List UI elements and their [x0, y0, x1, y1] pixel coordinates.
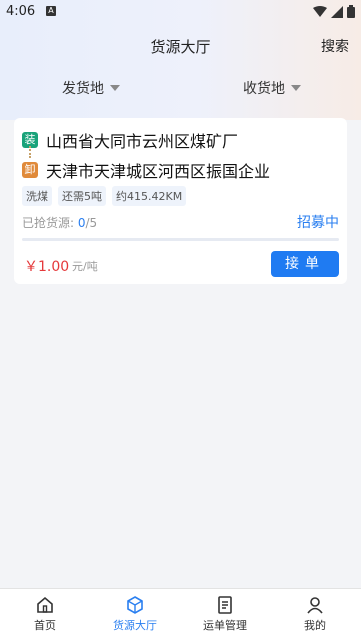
system-icons	[313, 5, 355, 18]
user-icon	[275, 595, 355, 615]
cargo-card[interactable]: 装 山西省大同市云州区煤矿厂 卸 天津市天津城区河西区振国企业 洗煤 还需5吨 …	[14, 118, 347, 284]
cube-icon	[95, 595, 175, 615]
accept-order-button[interactable]: 接单	[271, 251, 339, 277]
signal-icon	[331, 5, 343, 18]
destination-address: 天津市天津城区河西区振国企业	[46, 162, 271, 181]
tab-waybill-label: 运单管理	[203, 619, 247, 632]
grabbed-total: /5	[85, 216, 98, 230]
tab-mine[interactable]: 我的	[275, 595, 355, 633]
route-destination: 卸 天津市天津城区河西区振国企业	[22, 158, 270, 182]
filter-bar: 发货地 收货地	[0, 72, 361, 104]
caret-down-icon	[291, 85, 301, 91]
tab-mine-label: 我的	[304, 619, 326, 632]
origin-filter[interactable]: 发货地	[62, 78, 120, 98]
progress-bar	[22, 238, 339, 241]
wifi-icon	[313, 5, 327, 18]
grabbed-progress: 已抢货源: 0/5	[22, 214, 97, 231]
status-bar: 4:06 A	[0, 0, 361, 24]
notification-icon: A	[46, 6, 56, 16]
tab-waybill[interactable]: 运单管理	[185, 595, 265, 633]
document-icon	[185, 595, 265, 615]
unload-tag: 卸	[22, 162, 38, 178]
origin-filter-label: 发货地	[62, 81, 104, 97]
status-badge: 招募中	[297, 215, 339, 231]
tab-home[interactable]: 首页	[5, 595, 85, 633]
bottom-tab-bar: 首页 货源大厅 运单管理 我的	[0, 588, 361, 642]
status-time: 4:06	[6, 4, 36, 19]
route-connector	[29, 146, 33, 158]
battery-icon	[347, 5, 355, 18]
destination-filter[interactable]: 收货地	[243, 78, 301, 98]
price-unit: 元/吨	[72, 260, 98, 273]
app-header: 货源大厅 搜索	[0, 28, 361, 64]
grabbed-count: 0	[77, 216, 86, 230]
grabbed-label: 已抢货源:	[22, 216, 75, 230]
chip-distance: 约415.42KM	[112, 186, 187, 206]
caret-down-icon	[110, 85, 120, 91]
chip-remaining: 还需5吨	[58, 186, 106, 206]
search-button[interactable]: 搜索	[321, 36, 349, 56]
home-icon	[5, 595, 85, 615]
route-origin: 装 山西省大同市云州区煤矿厂	[22, 128, 238, 152]
origin-address: 山西省大同市云州区煤矿厂	[46, 132, 239, 151]
chip-cargo-type: 洗煤	[22, 186, 52, 206]
destination-filter-label: 收货地	[243, 81, 285, 97]
tab-cargo-hall-label: 货源大厅	[113, 619, 157, 632]
price: ￥1.00	[24, 259, 70, 275]
page-title: 货源大厅	[150, 38, 211, 56]
tab-cargo-hall[interactable]: 货源大厅	[95, 595, 175, 633]
cargo-chips: 洗煤 还需5吨 约415.42KM	[22, 186, 187, 206]
tab-home-label: 首页	[34, 619, 56, 632]
